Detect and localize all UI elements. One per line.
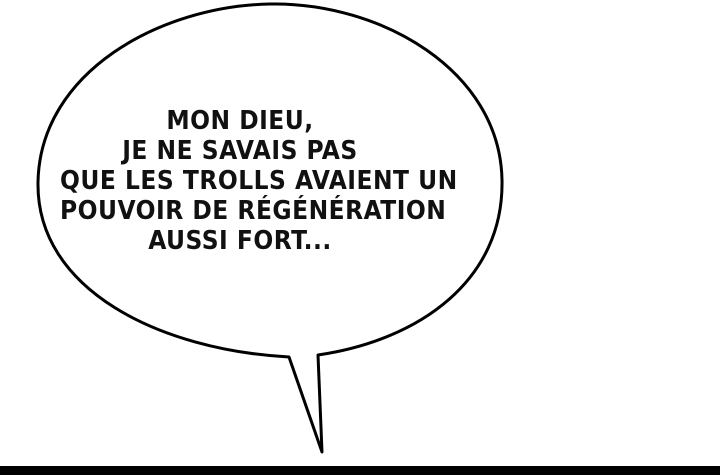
speech-bubble-text: MON DIEU, JE NE SAVAIS PAS QUE LES TROLL… — [60, 106, 458, 256]
dialogue-line: MON DIEU, — [166, 106, 314, 136]
dialogue-line: JE NE SAVAIS PAS — [122, 136, 358, 166]
panel-border-bottom — [0, 466, 720, 475]
dialogue-line: AUSSI FORT... — [148, 226, 332, 256]
comic-panel: MON DIEU, JE NE SAVAIS PAS QUE LES TROLL… — [0, 0, 720, 475]
dialogue-line: POUVOIR DE RÉGÉNÉRATION — [60, 196, 447, 226]
dialogue-line: QUE LES TROLLS AVAIENT UN — [60, 166, 458, 196]
